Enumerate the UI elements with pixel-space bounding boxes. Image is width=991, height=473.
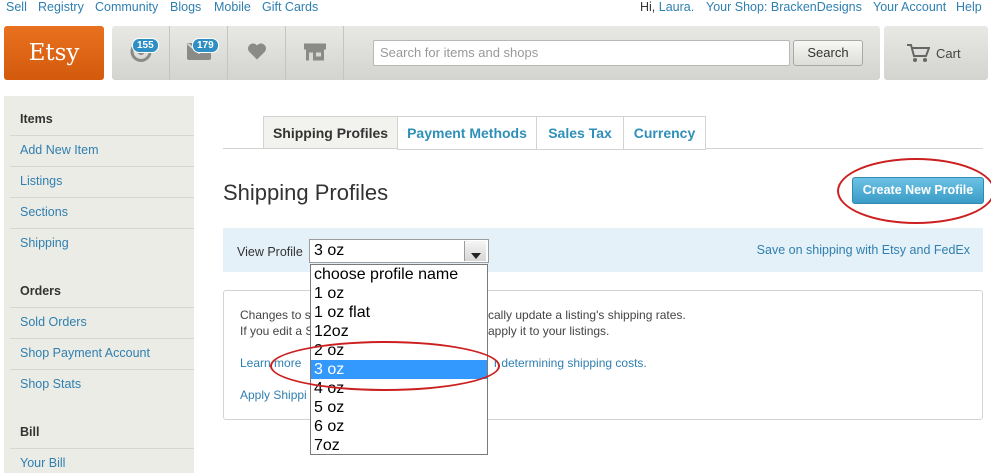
fedex-shipping-link[interactable]: Save on shipping with Etsy and FedEx — [757, 243, 970, 257]
cart-button[interactable]: Cart — [884, 26, 988, 80]
your-shop-link[interactable]: Your Shop: BrackenDesigns — [706, 0, 862, 14]
sidebar-item-shipping[interactable]: Shipping — [20, 236, 69, 250]
site-header: Etsy 155 179 Search for items and shops … — [0, 25, 991, 81]
sidebar-heading-items: Items — [20, 112, 53, 126]
search-input[interactable]: Search for items and shops — [373, 40, 790, 66]
sidebar-item-shop-payment-account[interactable]: Shop Payment Account — [20, 346, 150, 360]
activity-count-badge: 155 — [132, 38, 159, 53]
sidebar-item-listings[interactable]: Listings — [20, 174, 62, 188]
greeting-text: Hi, — [640, 0, 656, 14]
favorites-button[interactable] — [228, 26, 286, 80]
highlight-circle-annotation — [270, 341, 500, 391]
sidebar-divider — [10, 228, 194, 229]
dropdown-option[interactable]: 1 oz flat — [311, 303, 487, 322]
sidebar-item-sections[interactable]: Sections — [20, 205, 68, 219]
cart-label: Cart — [936, 46, 961, 61]
dropdown-option[interactable]: 6 oz — [311, 417, 487, 436]
sidebar-item-sold-orders[interactable]: Sold Orders — [20, 315, 87, 329]
sidebar-divider — [10, 166, 194, 167]
highlight-circle-annotation — [837, 158, 991, 224]
sidebar-item-shop-stats[interactable]: Shop Stats — [20, 377, 81, 391]
profile-select-arrow[interactable] — [464, 241, 486, 261]
sidebar-heading-orders: Orders — [20, 284, 61, 298]
sell-link[interactable]: Sell — [6, 0, 27, 14]
profile-select[interactable]: 3 oz — [309, 239, 489, 263]
search-button[interactable]: Search — [793, 40, 863, 66]
sidebar-divider — [10, 135, 194, 136]
shop-sidebar: Items Add New Item Listings Sections Shi… — [4, 96, 194, 473]
sidebar-item-add-new-item[interactable]: Add New Item — [20, 143, 99, 157]
dropdown-option[interactable]: 7oz — [311, 436, 487, 455]
cart-icon — [906, 43, 931, 66]
tab-sales-tax[interactable]: Sales Tax — [536, 116, 624, 150]
shop-button[interactable] — [286, 26, 344, 80]
community-link[interactable]: Community — [95, 0, 158, 14]
tab-currency[interactable]: Currency — [623, 116, 706, 150]
info-text-line1-start: Changes to s — [240, 308, 311, 322]
sidebar-divider — [10, 369, 194, 370]
tab-shipping-profiles[interactable]: Shipping Profiles — [263, 116, 398, 149]
dropdown-option[interactable]: 12oz — [311, 322, 487, 341]
messages-count-badge: 179 — [192, 38, 219, 53]
sidebar-divider — [10, 448, 194, 449]
info-text-line2-start: If you edit a S — [240, 324, 314, 338]
sidebar-divider — [10, 338, 194, 339]
sidebar-divider — [10, 197, 194, 198]
help-link[interactable]: Help — [956, 0, 982, 14]
heart-icon — [247, 43, 267, 64]
sidebar-divider — [10, 307, 194, 308]
info-text-line2-end: apply it to your listings. — [488, 324, 610, 338]
dropdown-option[interactable]: 1 oz — [311, 284, 487, 303]
dropdown-option[interactable]: choose profile name — [311, 265, 487, 284]
messages-button[interactable]: 179 — [170, 26, 228, 80]
sidebar-heading-bill: Bill — [20, 425, 40, 439]
info-text-line1-end: cally update a listing's shipping rates. — [488, 308, 686, 322]
tab-payment-methods[interactable]: Payment Methods — [397, 116, 537, 150]
mobile-link[interactable]: Mobile — [214, 0, 251, 14]
dropdown-option[interactable]: 5 oz — [311, 398, 487, 417]
determining-costs-link[interactable]: r determining shipping costs. — [494, 356, 647, 370]
activity-button[interactable]: 155 — [112, 26, 170, 80]
blogs-link[interactable]: Blogs — [170, 0, 201, 14]
top-links-bar: Sell Registry Community Blogs Mobile Gif… — [0, 0, 991, 18]
header-toolbar: 155 179 Search for items and shops Searc… — [112, 26, 880, 80]
view-profile-label: View Profile — [237, 245, 303, 259]
greeting: Hi, Laura. — [640, 0, 694, 14]
your-account-link[interactable]: Your Account — [873, 0, 946, 14]
apply-shipping-link[interactable]: Apply Shippi — [240, 388, 307, 402]
etsy-logo[interactable]: Etsy — [4, 26, 104, 80]
storefront-icon — [303, 42, 327, 65]
registry-link[interactable]: Registry — [38, 0, 84, 14]
gift-cards-link[interactable]: Gift Cards — [262, 0, 318, 14]
user-name-link[interactable]: Laura. — [659, 0, 694, 14]
chevron-down-icon — [471, 248, 481, 262]
sidebar-item-your-bill[interactable]: Your Bill — [20, 456, 65, 470]
page-title: Shipping Profiles — [223, 180, 389, 205]
